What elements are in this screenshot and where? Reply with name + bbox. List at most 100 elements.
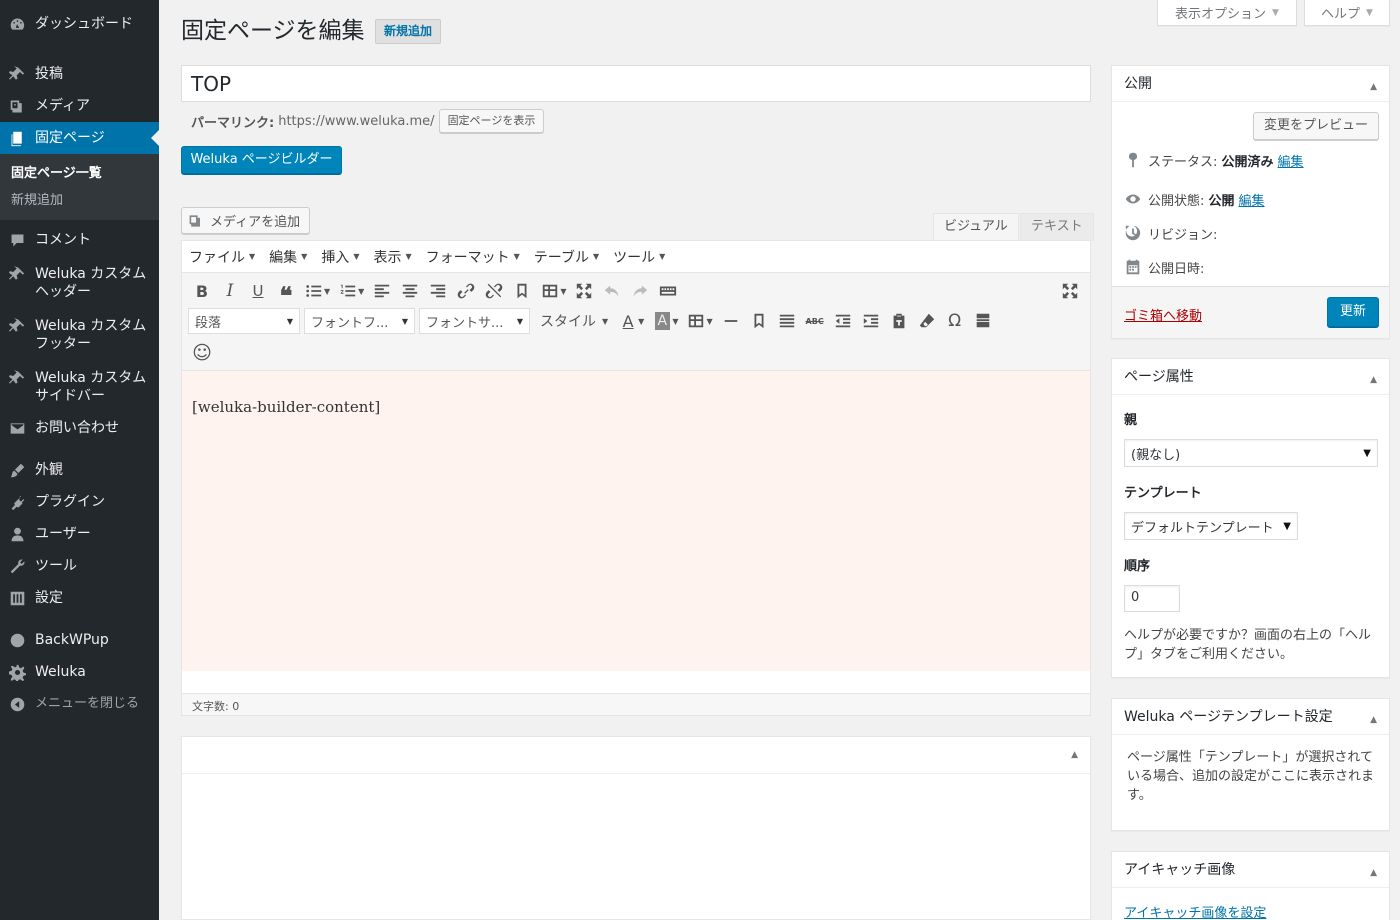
font-size-value: フォントサ... bbox=[426, 315, 504, 331]
add-new-button[interactable]: 新規追加 bbox=[375, 19, 442, 44]
outdent-icon[interactable] bbox=[829, 307, 857, 335]
submenu-all-pages[interactable]: 固定ページ一覧 bbox=[0, 160, 159, 187]
featured-image-header[interactable]: アイキャッチ画像 ▲ bbox=[1112, 852, 1389, 888]
brush-icon bbox=[8, 461, 26, 479]
caret-down-icon[interactable]: ▼ bbox=[706, 317, 712, 326]
edit-visibility-link[interactable]: 編集 bbox=[1239, 190, 1265, 209]
fullscreen-icon[interactable] bbox=[570, 277, 598, 305]
caret-down-icon: ▼ bbox=[659, 252, 666, 261]
justify-icon[interactable] bbox=[773, 307, 801, 335]
redo-icon[interactable] bbox=[626, 277, 654, 305]
menu-media[interactable]: メディア bbox=[0, 90, 159, 122]
format-select[interactable]: 段落 ▼ bbox=[188, 308, 300, 334]
toggle-arrow-up-icon[interactable]: ▲ bbox=[1071, 750, 1078, 760]
menu-custom-footer[interactable]: Weluka カスタムフッター bbox=[0, 308, 159, 360]
view-page-button[interactable]: 固定ページを表示 bbox=[438, 109, 545, 133]
menu-table[interactable]: テーブル ▼ bbox=[534, 247, 599, 267]
menu-contact[interactable]: お問い合わせ bbox=[0, 412, 159, 444]
menu-pages[interactable]: 固定ページ bbox=[0, 122, 159, 154]
undo-icon[interactable] bbox=[598, 277, 626, 305]
update-button[interactable]: 更新 bbox=[1326, 297, 1379, 327]
parent-select[interactable]: (親なし) ▼ bbox=[1124, 439, 1378, 467]
menu-insert[interactable]: 挿入 ▼ bbox=[321, 247, 359, 267]
screen-options-button[interactable]: 表示オプション ▼ bbox=[1157, 0, 1297, 26]
blockquote-icon[interactable]: ❝ bbox=[272, 277, 300, 310]
paste-text-icon[interactable] bbox=[885, 307, 913, 335]
bookmark-icon[interactable] bbox=[745, 307, 773, 335]
caret-down-icon: ▼ bbox=[286, 316, 293, 326]
editor-content: [weluka-builder-content] bbox=[192, 398, 381, 416]
permalink-url[interactable]: https://www.weluka.me/ bbox=[278, 114, 434, 129]
add-media-button[interactable]: メディアを追加 bbox=[181, 207, 311, 234]
toggle-arrow-up-icon[interactable]: ▲ bbox=[1370, 78, 1377, 96]
menu-comments-label: コメント bbox=[35, 232, 91, 248]
menu-custom-sidebar[interactable]: Weluka カスタムサイドバー bbox=[0, 360, 159, 412]
font-size-select[interactable]: フォントサ... ▼ bbox=[419, 308, 530, 334]
toggle-arrow-up-icon[interactable]: ▲ bbox=[1370, 864, 1377, 882]
edit-status-link[interactable]: 編集 bbox=[1278, 151, 1304, 170]
menu-tools[interactable]: ツール ▼ bbox=[613, 247, 665, 267]
horizontal-line-icon[interactable] bbox=[717, 307, 745, 335]
menu-custom-header[interactable]: Weluka カスタムヘッダー bbox=[0, 256, 159, 308]
menu-collapse[interactable]: メニューを閉じる bbox=[0, 688, 159, 720]
emoticon-icon[interactable]: ☺ bbox=[188, 339, 216, 367]
menu-weluka[interactable]: Weluka bbox=[0, 656, 159, 688]
menu-edit[interactable]: 編集 ▼ bbox=[269, 247, 307, 267]
toggle-arrow-up-icon[interactable]: ▲ bbox=[1370, 711, 1377, 729]
menu-view[interactable]: 表示 ▼ bbox=[373, 247, 411, 267]
featured-image-title: アイキャッチ画像 bbox=[1124, 862, 1236, 878]
indent-icon[interactable] bbox=[857, 307, 885, 335]
preview-changes-button[interactable]: 変更をプレビュー bbox=[1252, 112, 1379, 140]
menu-format[interactable]: フォーマット ▼ bbox=[426, 247, 520, 267]
submenu-add-new[interactable]: 新規追加 bbox=[0, 187, 159, 214]
menu-settings[interactable]: 設定 bbox=[0, 582, 159, 614]
editor-content-area[interactable]: [weluka-builder-content] bbox=[182, 371, 1090, 671]
publish-box-header[interactable]: 公開 ▲ bbox=[1112, 66, 1389, 102]
menu-users[interactable]: ユーザー bbox=[0, 518, 159, 550]
caret-down-icon[interactable]: ▼ bbox=[672, 317, 678, 326]
menu-plugins[interactable]: プラグイン bbox=[0, 486, 159, 518]
help-button[interactable]: ヘルプ ▼ bbox=[1304, 0, 1390, 26]
align-right-icon[interactable] bbox=[424, 277, 452, 305]
bold-icon[interactable]: B bbox=[188, 277, 216, 305]
align-center-icon[interactable] bbox=[396, 277, 424, 305]
menu-comments[interactable]: コメント bbox=[0, 224, 159, 256]
move-to-trash-link[interactable]: ゴミ箱へ移動 bbox=[1124, 305, 1202, 324]
styles-dropdown[interactable]: スタイル ▼ bbox=[540, 311, 608, 331]
link-icon[interactable] bbox=[452, 277, 480, 305]
menu-file[interactable]: ファイル ▼ bbox=[189, 247, 255, 267]
italic-icon[interactable]: I bbox=[216, 277, 244, 305]
caret-down-icon[interactable]: ▼ bbox=[324, 287, 330, 296]
menu-posts[interactable]: 投稿 bbox=[0, 58, 159, 90]
menu-tools[interactable]: ツール bbox=[0, 550, 159, 582]
special-character-icon[interactable]: Ω bbox=[941, 307, 969, 335]
plugin-icon bbox=[8, 493, 26, 511]
font-family-select[interactable]: フォントフ... ▼ bbox=[304, 308, 415, 334]
align-left-icon[interactable] bbox=[368, 277, 396, 305]
page-attributes-header[interactable]: ページ属性 ▲ bbox=[1112, 359, 1389, 395]
expand-toolbar-icon[interactable] bbox=[1056, 277, 1084, 305]
template-select[interactable]: デフォルトテンプレート ▼ bbox=[1124, 512, 1298, 540]
post-title-input[interactable]: TOP bbox=[181, 65, 1091, 102]
caret-down-icon[interactable]: ▼ bbox=[358, 287, 364, 296]
more-tag-icon[interactable] bbox=[508, 277, 536, 305]
toggle-arrow-up-icon[interactable]: ▲ bbox=[1370, 371, 1377, 389]
unlink-icon[interactable] bbox=[480, 277, 508, 305]
menu-dashboard[interactable]: ダッシュボード bbox=[0, 8, 159, 40]
clear-formatting-icon[interactable] bbox=[913, 307, 941, 335]
caret-down-icon[interactable]: ▼ bbox=[560, 287, 566, 296]
caret-down-icon[interactable]: ▼ bbox=[638, 317, 644, 326]
set-featured-image-link[interactable]: アイキャッチ画像を設定 bbox=[1124, 902, 1266, 920]
menu-backwpup[interactable]: BackWPup bbox=[0, 624, 159, 656]
page-break-icon[interactable] bbox=[969, 307, 997, 335]
tab-visual[interactable]: ビジュアル bbox=[933, 213, 1019, 241]
underline-icon[interactable]: U bbox=[244, 277, 272, 305]
order-input[interactable]: 0 bbox=[1124, 585, 1180, 612]
menu-appearance[interactable]: 外観 bbox=[0, 454, 159, 486]
tab-text[interactable]: テキスト bbox=[1020, 213, 1094, 241]
page-builder-button[interactable]: Weluka ページビルダー bbox=[181, 146, 342, 174]
template-settings-header[interactable]: Weluka ページテンプレート設定 ▲ bbox=[1112, 699, 1389, 735]
strikethrough-icon[interactable]: ABC bbox=[801, 307, 829, 335]
caret-down-icon: ▼ bbox=[516, 316, 523, 326]
keyboard-icon[interactable] bbox=[654, 277, 682, 305]
